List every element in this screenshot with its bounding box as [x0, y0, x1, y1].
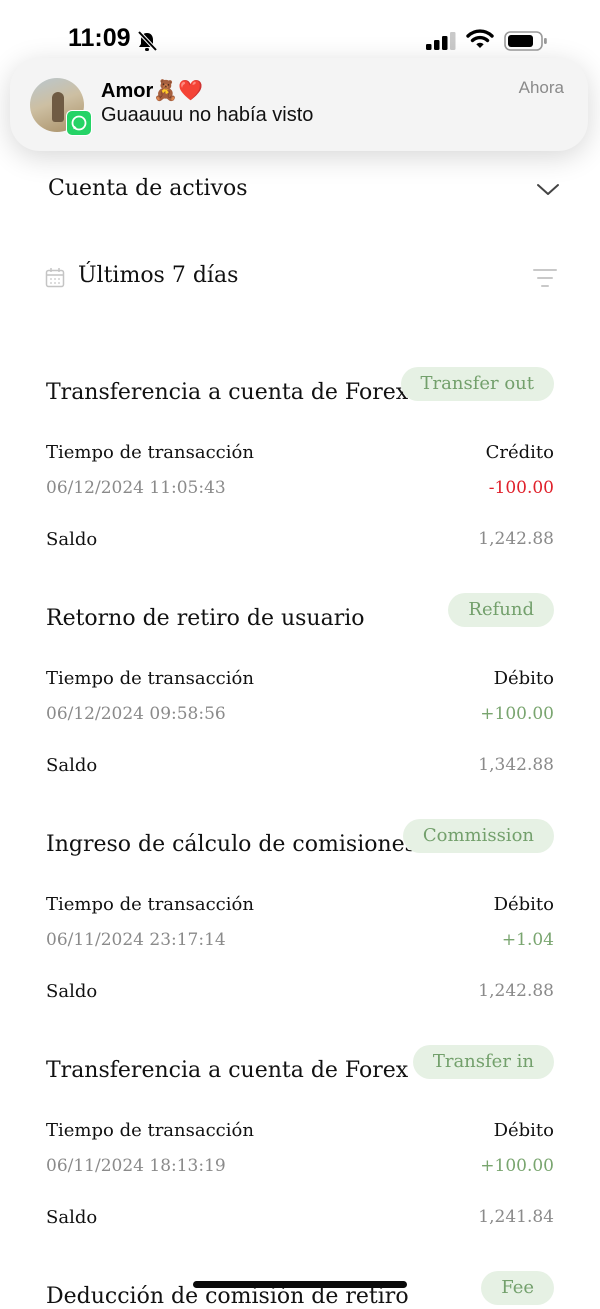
- transaction-type-badge: Transfer out: [400, 367, 554, 401]
- transaction-direction: Crédito: [485, 442, 554, 463]
- notification-message: Guaauuu no había visto: [101, 104, 314, 126]
- transaction-type-badge: Transfer in: [412, 1045, 554, 1079]
- transaction-time-label: Tiempo de transacción: [46, 894, 254, 915]
- transaction-direction: Débito: [493, 1120, 554, 1141]
- chevron-down-icon[interactable]: [536, 182, 560, 198]
- notification-banner[interactable]: Amor🧸❤️ Guaauuu no había visto Ahora: [10, 58, 588, 151]
- balance-label: Saldo: [46, 1207, 98, 1228]
- transaction-amount: -100.00: [488, 478, 554, 498]
- date-range-label[interactable]: Últimos 7 días: [78, 263, 238, 288]
- transaction-title: Transferencia a cuenta de Forex: [46, 1058, 409, 1083]
- transaction-datetime: 06/11/2024 18:13:19: [46, 1156, 226, 1176]
- balance-label: Saldo: [46, 755, 98, 776]
- calendar-icon[interactable]: [45, 267, 65, 288]
- transaction-amount: +1.04: [501, 930, 554, 950]
- notification-time: Ahora: [518, 78, 564, 97]
- status-time: 11:09: [68, 24, 131, 52]
- transaction-title: Retorno de retiro de usuario: [46, 606, 365, 631]
- transaction-title: Transferencia a cuenta de Forex: [46, 380, 409, 405]
- transaction-datetime: 06/12/2024 09:58:56: [46, 704, 226, 724]
- transaction-datetime: 06/11/2024 23:17:14: [46, 930, 226, 950]
- transaction-amount: +100.00: [480, 1156, 554, 1176]
- transaction-time-label: Tiempo de transacción: [46, 1120, 254, 1141]
- account-selector-label[interactable]: Cuenta de activos: [48, 176, 248, 201]
- transaction-time-label: Tiempo de transacción: [46, 442, 254, 463]
- transaction-title: Ingreso de cálculo de comisiones: [46, 832, 416, 857]
- transaction-amount: +100.00: [480, 704, 554, 724]
- transaction-item[interactable]: Transferencia a cuenta de Forex Transfer…: [0, 367, 600, 593]
- whatsapp-icon: [66, 110, 92, 136]
- balance-label: Saldo: [46, 529, 98, 550]
- balance-value: 1,242.88: [478, 981, 554, 1001]
- battery-icon: [504, 31, 547, 51]
- transaction-direction: Débito: [493, 894, 554, 915]
- transaction-item[interactable]: Transferencia a cuenta de Forex Transfer…: [0, 1045, 600, 1271]
- transaction-direction: Débito: [493, 668, 554, 689]
- cellular-signal-icon: [426, 32, 456, 50]
- transaction-item[interactable]: Retorno de retiro de usuario Refund Tiem…: [0, 593, 600, 819]
- transaction-datetime: 06/12/2024 11:05:43: [46, 478, 226, 498]
- balance-label: Saldo: [46, 981, 98, 1002]
- balance-value: 1,242.88: [478, 529, 554, 549]
- transaction-type-badge: Refund: [448, 593, 554, 627]
- transaction-type-badge: Commission: [402, 819, 554, 853]
- transaction-time-label: Tiempo de transacción: [46, 668, 254, 689]
- transaction-item[interactable]: Ingreso de cálculo de comisiones Commiss…: [0, 819, 600, 1045]
- filter-icon[interactable]: [533, 268, 557, 288]
- wifi-icon: [466, 29, 494, 48]
- bell-muted-icon: [137, 30, 158, 52]
- notification-title: Amor🧸❤️: [101, 80, 204, 102]
- balance-value: 1,241.84: [478, 1207, 554, 1227]
- balance-value: 1,342.88: [478, 755, 554, 775]
- home-indicator[interactable]: [193, 1281, 407, 1288]
